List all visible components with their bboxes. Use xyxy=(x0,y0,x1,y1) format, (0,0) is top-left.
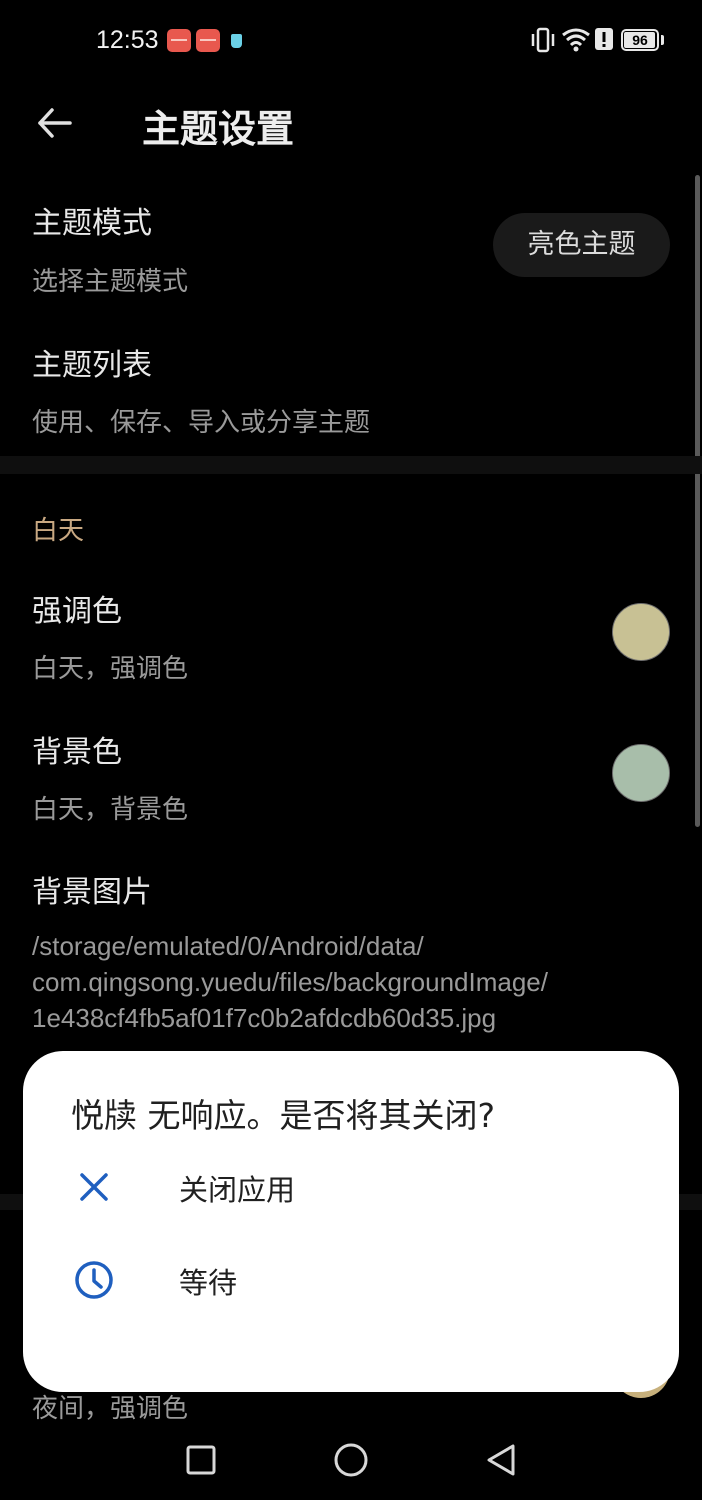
pref-title: 强调色 xyxy=(32,594,122,629)
close-app-label: 关闭应用 xyxy=(179,1173,296,1207)
background-image-path: /storage/emulated/0/Android/data/ com.qi… xyxy=(32,928,672,1036)
pref-title: 主题列表 xyxy=(32,348,152,383)
status-time: 12:53 xyxy=(96,26,159,54)
background-color-swatch[interactable] xyxy=(612,744,670,802)
page-title: 主题设置 xyxy=(142,107,295,151)
alert-icon xyxy=(595,28,613,50)
pref-summary: 使用、保存、导入或分享主题 xyxy=(32,408,371,438)
pref-summary: 白天，强调色 xyxy=(32,654,189,684)
status-bar: 12:53 96 xyxy=(0,0,702,82)
close-icon xyxy=(80,1173,108,1201)
pref-title: 背景图片 xyxy=(32,875,152,910)
wait-label: 等待 xyxy=(179,1266,238,1300)
category-day: 白天 xyxy=(32,516,85,546)
vibrate-icon xyxy=(531,27,555,53)
circle-icon[interactable] xyxy=(331,1440,371,1480)
section-divider xyxy=(0,456,702,474)
triangle-back-icon[interactable] xyxy=(481,1440,521,1480)
notification-small-icon xyxy=(231,34,242,48)
notification-app-icon xyxy=(167,29,191,52)
theme-mode-chip[interactable]: 亮色主题 xyxy=(493,213,670,277)
battery-level: 96 xyxy=(632,32,648,48)
pref-summary: 选择主题模式 xyxy=(32,267,189,297)
top-app-bar: 主题设置 xyxy=(0,82,702,168)
pref-title: 主题模式 xyxy=(32,206,152,241)
battery-tip xyxy=(661,35,664,45)
close-app-button[interactable]: 关闭应用 xyxy=(0,1142,656,1232)
accent-color-swatch[interactable] xyxy=(612,603,670,661)
arrow-left-icon[interactable] xyxy=(30,98,80,148)
pref-title: 背景色 xyxy=(32,735,122,770)
wait-button[interactable]: 等待 xyxy=(0,1235,656,1325)
notification-app-icon xyxy=(196,29,220,52)
wifi-icon xyxy=(562,28,590,52)
scrollbar[interactable] xyxy=(695,175,700,827)
clock-icon xyxy=(75,1261,113,1299)
path-line: 1e438cf4fb5af01f7c0b2afdcdb60d35.jpg xyxy=(32,1003,497,1033)
pref-summary: 白天，背景色 xyxy=(32,795,189,825)
system-nav-bar xyxy=(0,1420,702,1500)
path-line: com.qingsong.yuedu/files/backgroundImage… xyxy=(32,967,548,997)
dialog-title: 悦牍 无响应。是否将其关闭? xyxy=(71,1096,496,1135)
square-icon[interactable] xyxy=(181,1440,221,1480)
battery-icon: 96 xyxy=(621,29,659,51)
path-line: /storage/emulated/0/Android/data/ xyxy=(32,931,424,961)
